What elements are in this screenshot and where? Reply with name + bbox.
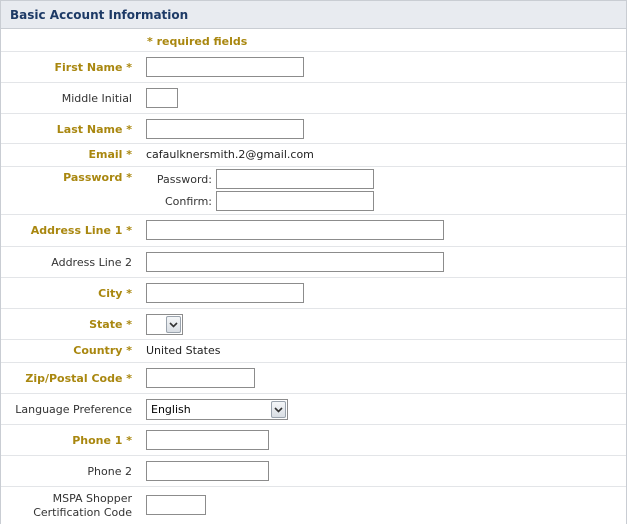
- address-line-2-input[interactable]: [146, 252, 444, 272]
- address-line-1-label: Address Line 1 *: [30, 224, 132, 237]
- first-name-row: First Name *: [1, 52, 626, 83]
- city-input[interactable]: [146, 283, 304, 303]
- password-sublabel: Password:: [156, 173, 212, 186]
- chevron-down-icon[interactable]: [271, 401, 286, 418]
- email-value: cafaulknersmith.2@gmail.com: [146, 148, 314, 161]
- account-form-panel: Basic Account Information * required fie…: [0, 0, 627, 524]
- language-label: Language Preference: [15, 403, 132, 416]
- section-header: Basic Account Information: [1, 0, 626, 29]
- middle-initial-label: Middle Initial: [61, 92, 132, 105]
- phone-1-row: Phone 1 *: [1, 425, 626, 456]
- zip-label: Zip/Postal Code *: [25, 372, 132, 385]
- country-row: Country * United States: [1, 340, 626, 363]
- language-select-value: English: [151, 403, 191, 416]
- last-name-input[interactable]: [146, 119, 304, 139]
- state-label: State *: [89, 318, 132, 331]
- last-name-label: Last Name *: [56, 123, 132, 136]
- last-name-row: Last Name *: [1, 114, 626, 144]
- email-row: Email * cafaulknersmith.2@gmail.com: [1, 144, 626, 167]
- city-row: City *: [1, 278, 626, 309]
- language-select[interactable]: English: [146, 399, 288, 420]
- section-title: Basic Account Information: [10, 7, 189, 22]
- address-line-1-input[interactable]: [146, 220, 444, 240]
- mspa-row: MSPA Shopper Certification Code: [1, 487, 626, 523]
- confirm-password-input[interactable]: [216, 191, 374, 211]
- password-label: Password *: [63, 171, 132, 184]
- language-row: Language Preference English: [1, 394, 626, 425]
- first-name-label: First Name *: [54, 61, 132, 74]
- middle-initial-input[interactable]: [146, 88, 178, 108]
- phone-2-row: Phone 2: [1, 456, 626, 487]
- middle-initial-row: Middle Initial: [1, 83, 626, 114]
- required-note-row: * required fields: [1, 29, 626, 52]
- mspa-code-input[interactable]: [146, 495, 206, 515]
- phone-2-input[interactable]: [146, 461, 269, 481]
- first-name-input[interactable]: [146, 57, 304, 77]
- mspa-label-line-1: MSPA Shopper: [52, 492, 132, 505]
- confirm-sublabel: Confirm:: [164, 195, 212, 208]
- phone-1-label: Phone 1 *: [72, 434, 132, 447]
- country-label: Country *: [73, 344, 132, 357]
- address-line-2-row: Address Line 2: [1, 247, 626, 278]
- city-label: City *: [98, 287, 132, 300]
- required-note: * required fields: [147, 35, 248, 48]
- address-line-1-row: Address Line 1 *: [1, 215, 626, 247]
- zip-row: Zip/Postal Code *: [1, 363, 626, 394]
- country-value: United States: [146, 344, 221, 357]
- password-row: Password * Password: Confirm:: [1, 167, 626, 215]
- phone-1-input[interactable]: [146, 430, 269, 450]
- mspa-label-line-2: Certification Code: [33, 506, 132, 519]
- state-select[interactable]: [146, 314, 183, 335]
- chevron-down-icon[interactable]: [166, 316, 181, 333]
- password-input[interactable]: [216, 169, 374, 189]
- state-row: State *: [1, 309, 626, 340]
- email-label: Email *: [88, 148, 132, 161]
- zip-input[interactable]: [146, 368, 255, 388]
- phone-2-label: Phone 2: [87, 465, 132, 478]
- address-line-2-label: Address Line 2: [51, 256, 132, 269]
